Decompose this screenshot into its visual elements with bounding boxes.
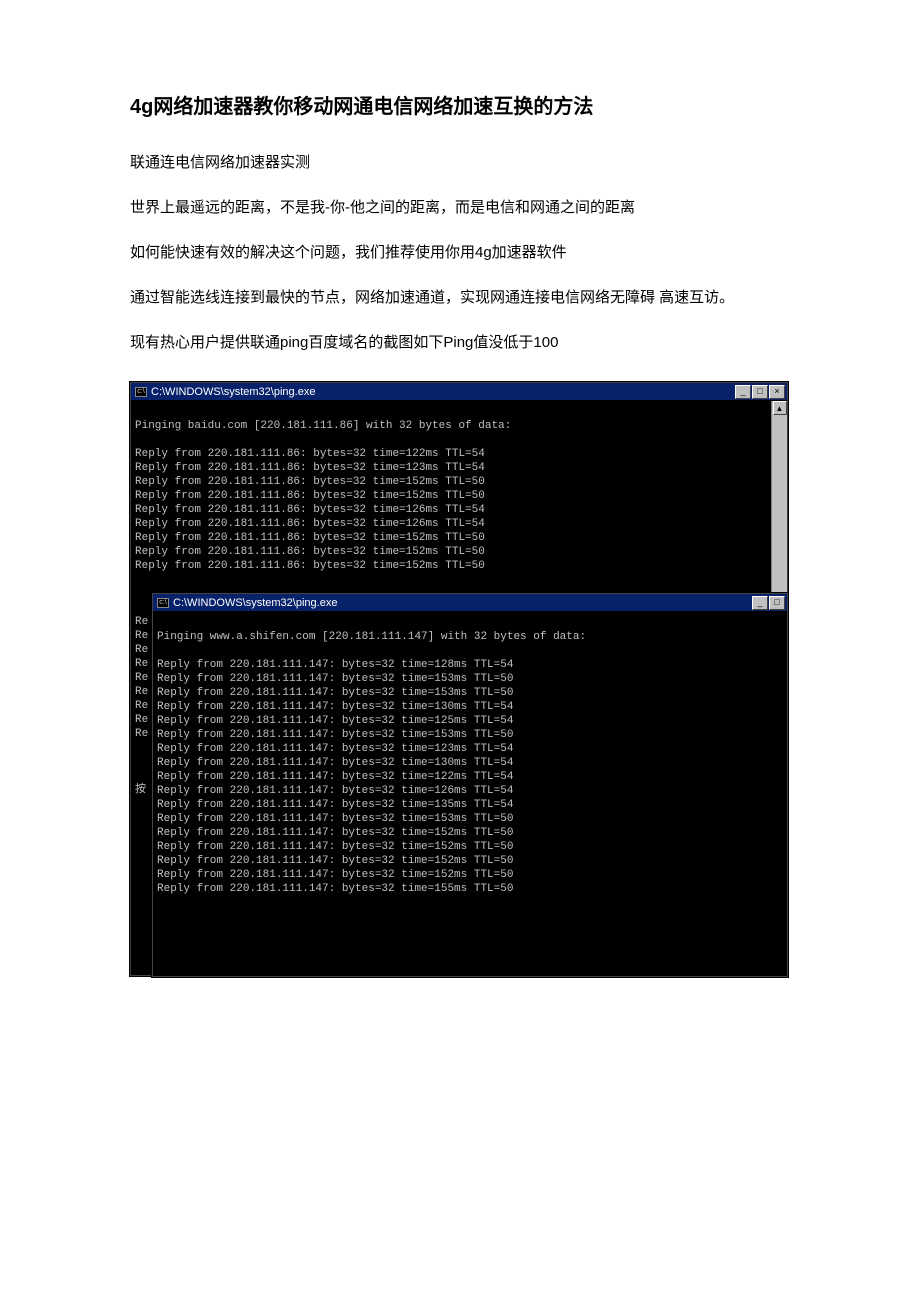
terminal-titlebar: c:\ C:\WINDOWS\system32\ping.exe _ □ — [153, 594, 787, 612]
terminal-body: Pinging www.a.shifen.com [220.181.111.14… — [153, 612, 787, 976]
article-paragraph: 联通连电信网络加速器实测 — [130, 143, 790, 182]
minimize-button[interactable]: _ — [735, 385, 751, 399]
article-paragraph: 现有热心用户提供联通ping百度域名的截图如下Ping值没低于100 — [130, 323, 790, 362]
cmd-icon: c:\ — [135, 387, 147, 397]
article-paragraph: 通过智能选线连接到最快的节点，网络加速通道，实现网通连接电信网络无障碍 高速互访… — [130, 278, 790, 317]
screenshot-composite: c:\ C:\WINDOWS\system32\ping.exe _ □ × P… — [130, 382, 790, 976]
maximize-button[interactable]: □ — [752, 385, 768, 399]
partial-reply-peek: Re Re Re Re Re Re Re Re Re 按 — [135, 615, 148, 797]
terminal-title-text: C:\WINDOWS\system32\ping.exe — [173, 597, 337, 609]
terminal-title-text: C:\WINDOWS\system32\ping.exe — [151, 386, 315, 398]
article-title: 4g网络加速器教你移动网通电信网络加速互换的方法 — [130, 90, 790, 119]
cmd-icon: c:\ — [157, 598, 169, 608]
terminal-titlebar: c:\ C:\WINDOWS\system32\ping.exe _ □ × — [131, 383, 787, 401]
article-paragraph: 如何能快速有效的解决这个问题，我们推荐使用你用4g加速器软件 — [130, 233, 790, 272]
minimize-button[interactable]: _ — [752, 596, 768, 610]
terminal-window-2: c:\ C:\WINDOWS\system32\ping.exe _ □ Pin… — [152, 593, 788, 977]
maximize-button[interactable]: □ — [769, 596, 785, 610]
scroll-up-icon[interactable]: ▲ — [773, 401, 787, 415]
article-paragraph: 世界上最遥远的距离，不是我-你-他之间的距离，而是电信和网通之间的距离 — [130, 188, 790, 227]
close-button[interactable]: × — [769, 385, 785, 399]
